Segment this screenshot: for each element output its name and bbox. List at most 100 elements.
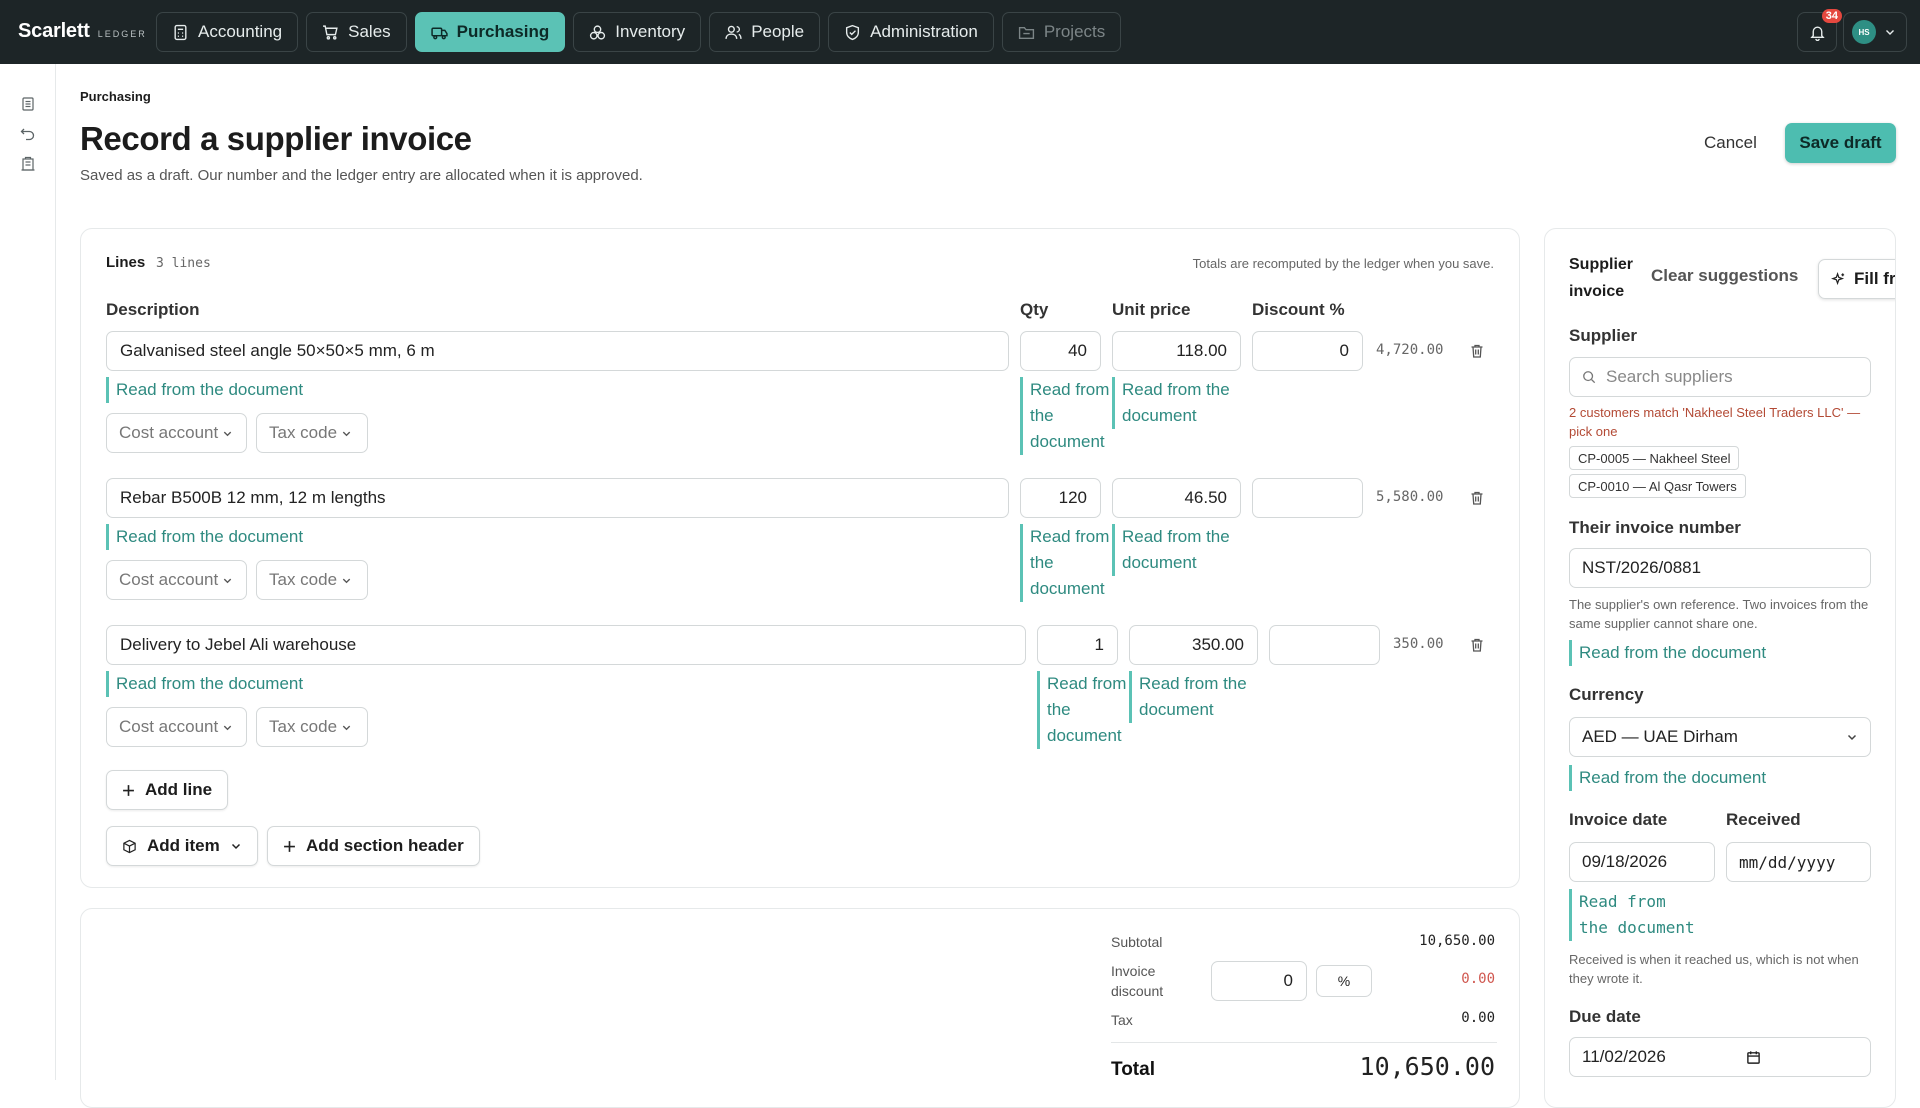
add-line-label: Add line (145, 780, 213, 799)
cost-account-label: Cost account (119, 717, 219, 736)
notifications-button[interactable]: 34 (1797, 9, 1842, 52)
add-item-button[interactable]: Add item (106, 826, 258, 866)
invoice-number-input[interactable]: NST/2026/0881 (1569, 548, 1871, 588)
fill-from-button[interactable]: Fill from (1818, 259, 1895, 299)
lines-count: 3 lines (156, 256, 211, 271)
nav-purchasing[interactable]: Purchasing (414, 12, 566, 52)
truck-icon (430, 27, 448, 39)
discount-unit-toggle[interactable]: % (1316, 965, 1372, 997)
supplier-invoice-panel: Supplier invoice Clear suggestions Fill … (1544, 228, 1896, 1108)
line-unit-price-input[interactable]: 350.00 (1129, 625, 1258, 665)
chevron-down-icon (1886, 30, 1894, 35)
supplier-label: Supplier (1569, 326, 1638, 345)
cost-account-select[interactable]: Cost account (106, 560, 247, 600)
calculator-icon (174, 24, 187, 40)
totals-card: Subtotal 10,650.00 Invoice discount 0 % … (80, 908, 1520, 1108)
side-rail (0, 64, 56, 1080)
received-date-help: Received is when it reached us, which is… (1569, 952, 1859, 986)
cost-account-label: Cost account (119, 570, 219, 589)
tab-supplier-invoice-label: Supplier invoice (1569, 256, 1634, 300)
add-item-label: Add item (147, 836, 220, 855)
due-date-input[interactable]: 11/02/2026 (1569, 1037, 1871, 1077)
received-date-input[interactable]: mm/dd/yyyy (1726, 842, 1871, 882)
trash-icon[interactable] (1469, 637, 1485, 653)
nav-administration[interactable]: Administration (828, 12, 994, 52)
nav-people[interactable]: People (709, 12, 821, 52)
notification-count-badge: 34 (1821, 9, 1842, 23)
invoice-discount-value: 0.00 (1461, 971, 1495, 987)
boxes-icon (590, 24, 606, 40)
account-menu[interactable]: HS (1843, 12, 1907, 52)
supplier-match-chip[interactable]: CP-0005 — Nakheel Steel (1569, 446, 1740, 470)
trash-icon[interactable] (1469, 490, 1485, 506)
save-draft-button[interactable]: Save draft (1785, 123, 1896, 163)
calendar-icon[interactable] (1746, 1050, 1761, 1065)
subtotal-label: Subtotal (1111, 934, 1163, 950)
nav-accounting[interactable]: Accounting (156, 12, 299, 52)
line-qty-input[interactable]: 120 (1020, 478, 1101, 518)
line-unit-price-input[interactable]: 46.50 (1112, 478, 1241, 518)
cost-account-select[interactable]: Cost account (106, 413, 247, 453)
people-icon (725, 25, 742, 39)
currency-select[interactable]: AED — UAE Dirham (1569, 717, 1871, 757)
invoice-discount-input[interactable]: 0 (1211, 961, 1307, 1001)
line-qty-input[interactable]: 1 (1037, 625, 1118, 665)
unit-price-hint: Read from the document (1112, 377, 1240, 429)
currency-value: AED — UAE Dirham (1582, 727, 1738, 746)
supplier-match-chip[interactable]: CP-0010 — Al Qasr Towers (1569, 474, 1746, 498)
line-discount-input[interactable]: 0 (1252, 331, 1363, 371)
shield-icon (846, 24, 860, 40)
lines-heading: Lines (106, 254, 146, 271)
chevron-down-icon (224, 431, 232, 436)
main-nav: Accounting Sales Purchasing Inventory Pe… (156, 12, 1122, 52)
add-line-button[interactable]: Add line (106, 770, 229, 810)
clear-suggestions-button[interactable]: Clear suggestions (1651, 266, 1798, 286)
tax-code-select[interactable]: Tax code (256, 560, 368, 600)
add-section-header-label: Add section header (306, 836, 464, 855)
search-icon (1583, 371, 1596, 384)
tax-label: Tax (1111, 1012, 1133, 1028)
undo-icon[interactable] (20, 126, 36, 142)
total-value: 10,650.00 (1359, 1052, 1495, 1081)
tax-code-select[interactable]: Tax code (256, 413, 368, 453)
line-description-input[interactable]: Rebar B500B 12 mm, 12 m lengths (106, 478, 1009, 518)
cost-account-select[interactable]: Cost account (106, 707, 247, 747)
invoice-date-label: Invoice date (1569, 810, 1668, 829)
qty-hint: Read from the document (1037, 671, 1127, 749)
document-icon[interactable] (20, 96, 36, 112)
column-qty: Qty (1020, 300, 1049, 319)
plus-icon (284, 840, 295, 852)
tax-value: 0.00 (1461, 1010, 1495, 1026)
breadcrumb[interactable]: Purchasing (80, 89, 151, 104)
add-section-header-button[interactable]: Add section header (267, 826, 480, 866)
column-unit-price: Unit price (1112, 300, 1191, 319)
nav-projects[interactable]: Projects (1001, 12, 1122, 52)
trash-icon[interactable] (1469, 343, 1485, 359)
cancel-button[interactable]: Cancel (1692, 124, 1769, 162)
page-subtitle: Saved as a draft. Our number and the led… (80, 167, 643, 184)
nav-sales[interactable]: Sales (306, 12, 407, 52)
line-unit-price-input[interactable]: 118.00 (1112, 331, 1241, 371)
line-description-input[interactable]: Galvanised steel angle 50×50×5 mm, 6 m (106, 331, 1009, 371)
qty-hint: Read from the document (1020, 524, 1110, 602)
tab-supplier-invoice[interactable]: Supplier invoice (1569, 251, 1639, 305)
tax-code-select[interactable]: Tax code (256, 707, 368, 747)
line-discount-input[interactable] (1269, 625, 1380, 665)
due-date-value: 11/02/2026 (1582, 1047, 1666, 1066)
total-label: Total (1111, 1059, 1155, 1080)
supplier-search-placeholder: Search suppliers (1606, 367, 1733, 386)
line-qty-input[interactable]: 40 (1020, 331, 1101, 371)
chevron-down-icon (224, 725, 232, 730)
invoice-date-input[interactable]: 09/18/2026 (1569, 842, 1715, 882)
line-description-input[interactable]: Delivery to Jebel Ali warehouse (106, 625, 1026, 665)
invoice-discount-label: Invoice discount (1111, 963, 1164, 999)
column-description: Description (106, 300, 200, 319)
currency-hint: Read from the document (1569, 765, 1766, 791)
brand-logo[interactable]: Scarlett LEDGER (18, 20, 147, 43)
cost-account-label: Cost account (119, 423, 219, 442)
supplier-search-input[interactable]: Search suppliers (1569, 357, 1871, 397)
line-discount-input[interactable] (1252, 478, 1363, 518)
nav-inventory[interactable]: Inventory (573, 12, 702, 52)
building-icon[interactable] (20, 156, 36, 172)
chevron-down-icon (224, 578, 232, 583)
